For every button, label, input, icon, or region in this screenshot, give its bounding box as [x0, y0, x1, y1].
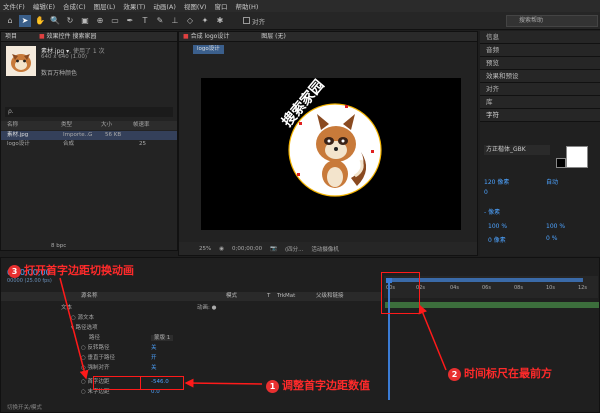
badge-3: 3 — [8, 264, 21, 278]
annotation-3: 3 打开首字边距切换动画 — [8, 262, 134, 278]
annotation-2: 2 时间标尺在最前方 — [448, 365, 552, 381]
badge-2: 2 — [448, 367, 461, 381]
annotation-arrows — [59, 277, 447, 388]
annotation-1: 1 调整首字边距数值 — [266, 377, 370, 393]
annotation-3-text: 打开首字边距切换动画 — [24, 264, 134, 277]
annotation-1-text: 调整首字边距数值 — [282, 379, 370, 392]
badge-1: 1 — [266, 379, 279, 393]
annotation-2-text: 时间标尺在最前方 — [464, 367, 552, 380]
